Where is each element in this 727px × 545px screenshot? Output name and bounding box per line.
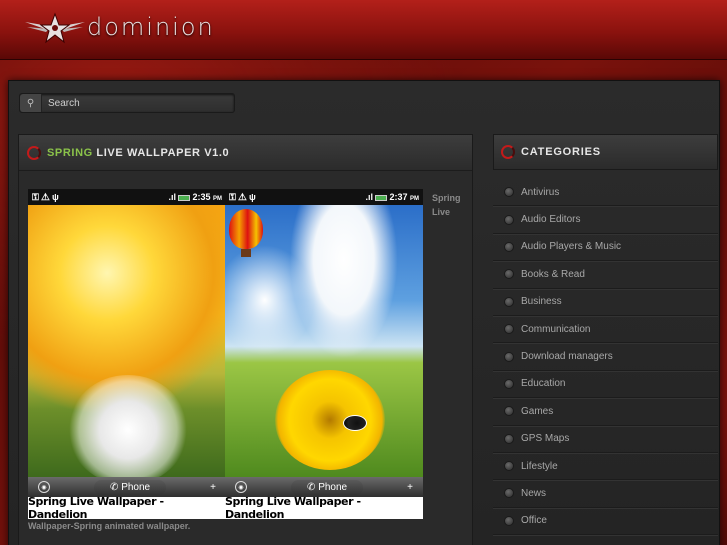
battery-icon — [178, 194, 191, 201]
bullet-icon — [504, 461, 514, 472]
bullet-icon — [504, 269, 514, 280]
screenshot-caption: Spring Live Wallpaper - Dandelion — [225, 495, 423, 519]
category-item[interactable]: Lifestyle — [493, 453, 718, 481]
plus-icon: + — [407, 481, 413, 493]
notification-icons: ⚿ ⚠ ψ — [229, 191, 256, 202]
phone-label: Phone — [121, 481, 151, 493]
status-bar: ⚿ ⚠ ψ .ıl 2:37 PM — [225, 189, 423, 205]
phone-button: ✆ Phone — [94, 479, 167, 495]
site-header: dominion — [0, 0, 727, 60]
dandelion-seedhead — [68, 375, 188, 485]
launcher-icon: ◉ — [38, 481, 50, 493]
post-excerpt: Wallpaper-Spring animated wallpaper. — [28, 521, 191, 531]
post-title-accent: SPRING — [47, 146, 93, 159]
ring-icon — [501, 145, 515, 159]
status-ampm: PM — [410, 196, 419, 202]
phone-dock: ◉ ✆ Phone + — [225, 477, 423, 497]
bullet-icon — [504, 324, 514, 335]
category-link[interactable]: Office — [521, 515, 547, 526]
bullet-icon — [504, 378, 514, 389]
category-list: Antivirus Audio Editors Audio Players & … — [493, 179, 718, 536]
logo[interactable]: dominion — [25, 10, 215, 44]
post-panel: SPRING LIVE WALLPAPER V1.0 ⚿ ⚠ ψ .ıl 2:3… — [18, 134, 473, 545]
category-item[interactable]: Games — [493, 398, 718, 426]
bullet-icon — [504, 433, 514, 444]
wallpaper-image[interactable]: ⚿ ⚠ ψ .ıl 2:35 PM ◉ ✆ Phone + Spring Liv… — [28, 189, 423, 519]
status-bar: ⚿ ⚠ ψ .ıl 2:35 PM — [28, 189, 226, 205]
launcher-icon: ◉ — [235, 481, 247, 493]
status-time: 2:35 — [192, 192, 211, 202]
category-link[interactable]: Books & Read — [521, 269, 585, 280]
search-icon[interactable]: ⚲ — [20, 94, 42, 112]
search-input[interactable] — [42, 97, 227, 109]
bullet-icon — [504, 406, 514, 417]
sunflower-scene — [225, 205, 423, 477]
screenshot-caption: Spring Live Wallpaper - Dandelion — [28, 495, 226, 519]
category-link[interactable]: Business — [521, 296, 562, 307]
category-item[interactable]: Communication — [493, 316, 718, 344]
plus-icon: + — [210, 481, 216, 493]
category-link[interactable]: Download managers — [521, 351, 613, 362]
ring-icon — [27, 145, 41, 160]
winged-star-logo-icon — [25, 10, 85, 44]
status-right: .ıl 2:35 PM — [168, 192, 222, 202]
logo-text: dominion — [87, 13, 215, 41]
hot-air-balloon — [229, 209, 263, 257]
phone-dock: ◉ ✆ Phone + — [28, 477, 226, 497]
category-link[interactable]: Education — [521, 378, 565, 389]
bullet-icon — [504, 187, 514, 198]
category-link[interactable]: Audio Editors — [521, 214, 580, 225]
dandelion-flower — [275, 370, 385, 470]
categories-title: CATEGORIES — [521, 146, 601, 158]
screenshot-left: ⚿ ⚠ ψ .ıl 2:35 PM ◉ ✆ Phone + Spring Liv… — [28, 189, 226, 519]
categories-header: CATEGORIES — [493, 134, 718, 170]
category-item[interactable]: GPS Maps — [493, 426, 718, 453]
bullet-icon — [504, 488, 514, 499]
category-link[interactable]: Antivirus — [521, 187, 559, 198]
post-header: SPRING LIVE WALLPAPER V1.0 — [19, 135, 472, 171]
bullet-icon — [504, 296, 514, 307]
post-title[interactable]: SPRING LIVE WALLPAPER V1.0 — [47, 147, 229, 159]
status-right: .ıl 2:37 PM — [365, 192, 419, 202]
category-link[interactable]: Games — [521, 406, 553, 417]
category-item[interactable]: Audio Players & Music — [493, 234, 718, 262]
battery-icon — [375, 194, 388, 201]
screenshot-right: ⚿ ⚠ ψ .ıl 2:37 PM ◉ ✆ Phone + Spring Liv… — [225, 189, 423, 519]
search-box: ⚲ — [19, 93, 235, 113]
category-link[interactable]: Audio Players & Music — [521, 241, 621, 252]
post-side-text: Spring Live — [432, 193, 461, 217]
category-item[interactable]: Audio Editors — [493, 206, 718, 234]
category-link[interactable]: Lifestyle — [521, 461, 558, 472]
category-item[interactable]: Office — [493, 508, 718, 536]
notification-icons: ⚿ ⚠ ψ — [32, 191, 59, 202]
bee — [343, 415, 367, 431]
category-link[interactable]: Communication — [521, 324, 590, 335]
category-link[interactable]: GPS Maps — [521, 433, 569, 444]
category-item[interactable]: Books & Read — [493, 261, 718, 289]
category-item[interactable]: Education — [493, 371, 718, 399]
category-item[interactable]: News — [493, 480, 718, 508]
bullet-icon — [504, 351, 514, 362]
category-link[interactable]: News — [521, 488, 546, 499]
status-ampm: PM — [213, 196, 222, 202]
dandelion-scene — [28, 205, 226, 485]
post-title-rest: LIVE WALLPAPER V1.0 — [92, 146, 230, 159]
phone-label: Phone — [318, 481, 348, 493]
categories-sidebar: CATEGORIES Antivirus Audio Editors Audio… — [493, 134, 718, 545]
status-time: 2:37 — [389, 192, 408, 202]
category-item[interactable]: Download managers — [493, 343, 718, 371]
category-item[interactable]: Antivirus — [493, 179, 718, 207]
content-panel: ⚲ SPRING LIVE WALLPAPER V1.0 ⚿ ⚠ ψ .ıl 2… — [8, 80, 720, 545]
bullet-icon — [504, 214, 514, 225]
category-item[interactable]: Business — [493, 289, 718, 316]
bullet-icon — [504, 241, 514, 252]
bullet-icon — [504, 515, 514, 526]
phone-button: ✆ Phone — [291, 479, 364, 495]
